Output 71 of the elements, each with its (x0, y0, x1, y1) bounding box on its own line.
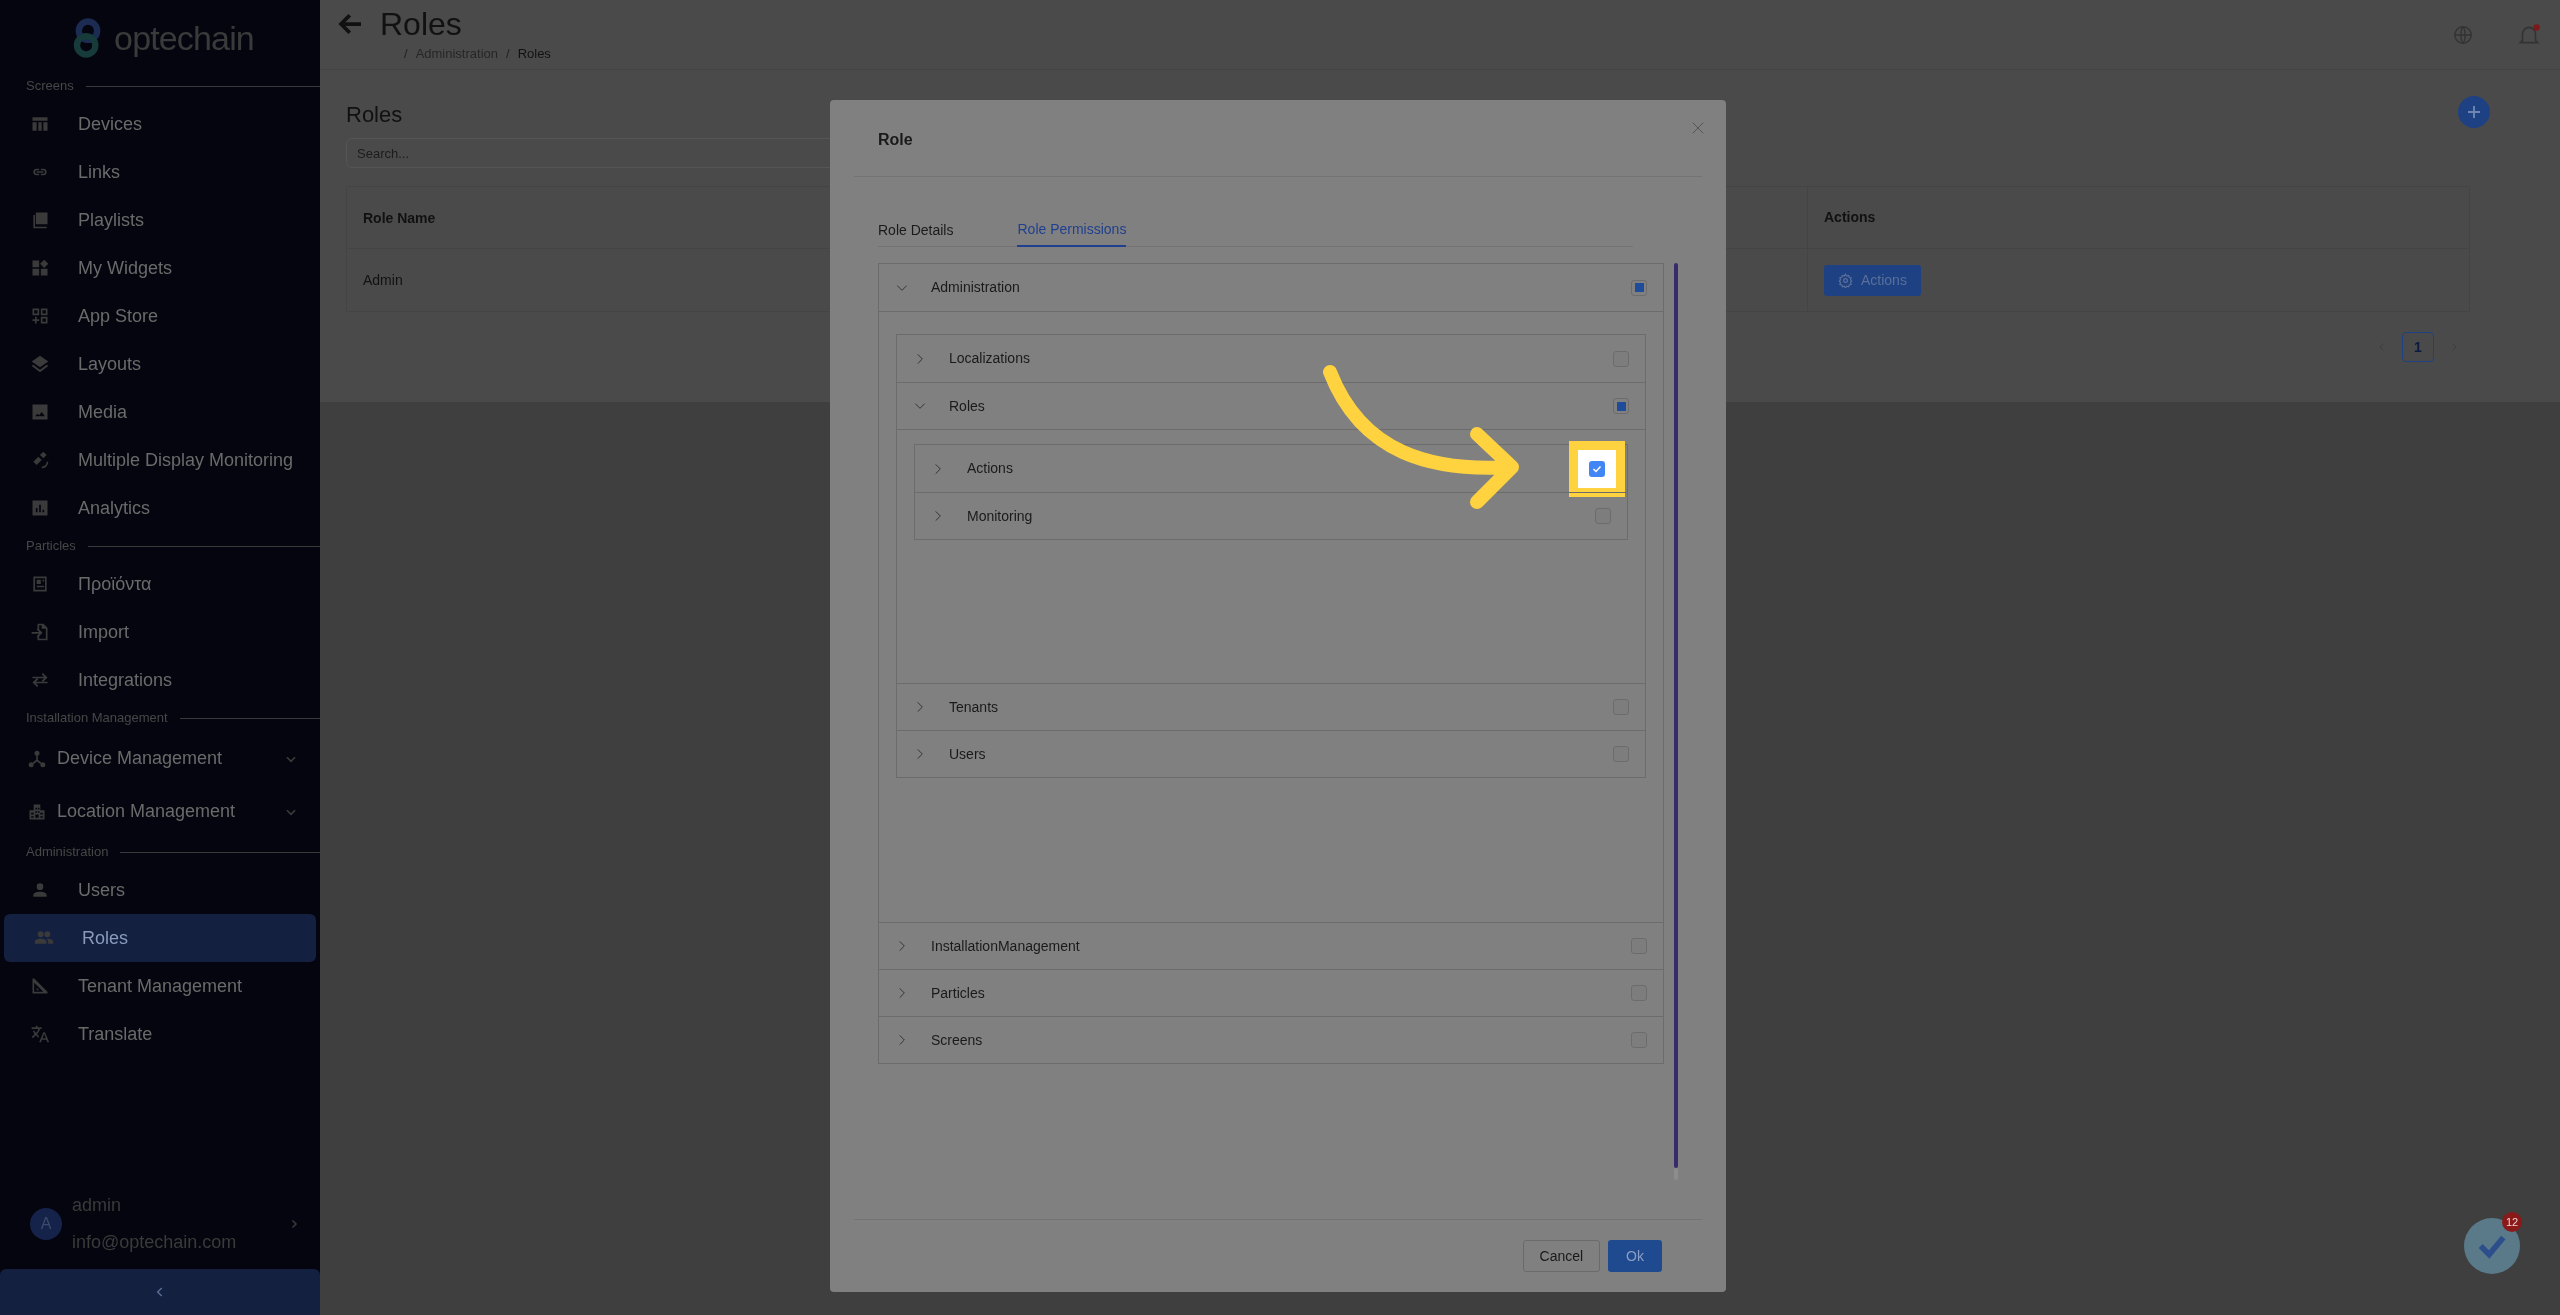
sidebar-item[interactable]: My Widgets (0, 244, 320, 292)
gear-icon (1838, 272, 1853, 288)
cancel-button[interactable]: Cancel (1522, 1240, 1601, 1272)
menu-icon (30, 622, 50, 642)
tree-row[interactable]: Actions (915, 445, 1627, 492)
section-label: Screens (26, 77, 74, 96)
sidebar-item[interactable]: Links (0, 148, 320, 196)
sidebar-item[interactable]: Integrations (0, 656, 320, 704)
menu-icon (30, 574, 50, 594)
globe-icon[interactable] (2452, 24, 2474, 46)
sidebar-item[interactable]: Tenant Management (0, 962, 320, 1010)
menu-icon (30, 306, 50, 326)
sidebar-item[interactable]: Προϊόντα (0, 560, 320, 608)
menu-icon (30, 498, 50, 518)
help-widget-button[interactable] (2464, 1218, 2520, 1274)
checkbox[interactable] (1631, 279, 1647, 296)
tree-row[interactable]: InstallationManagement (879, 922, 1663, 969)
page-button[interactable]: 1 (2402, 332, 2434, 362)
menu-icon (30, 880, 50, 900)
section-label: Administration (26, 843, 109, 862)
menu-icon (30, 450, 50, 470)
sidebar-item[interactable]: Analytics (0, 484, 320, 532)
actions-button[interactable]: Actions (1824, 264, 1921, 296)
tree-row[interactable]: Particles (879, 969, 1663, 1016)
section-title: Roles (346, 101, 403, 129)
column-header: Actions (1807, 187, 1876, 248)
checkbox[interactable] (1613, 398, 1629, 414)
menu-icon (30, 354, 50, 374)
close-icon[interactable] (1690, 120, 1706, 136)
page-title: Roles (380, 5, 462, 44)
tree-row[interactable]: Administration (879, 264, 1663, 311)
tree-row[interactable]: Localizations (897, 335, 1645, 382)
menu-icon (30, 210, 50, 230)
scrollbar-thumb[interactable] (1674, 263, 1678, 1168)
notification-badge: 12 (2502, 1212, 2522, 1232)
menu-icon (30, 114, 50, 134)
tab[interactable]: Role Permissions (1017, 214, 1127, 247)
tree-row[interactable]: Screens (879, 1016, 1663, 1063)
breadcrumb-separator: / (404, 45, 408, 63)
table-cell: Admin (363, 272, 403, 288)
column-header: Role Name (363, 209, 436, 226)
breadcrumb-link[interactable]: Roles (517, 44, 551, 64)
sidebar-item[interactable]: App Store (0, 292, 320, 340)
menu-icon (30, 670, 50, 690)
sidebar-item[interactable]: Location Management (0, 785, 320, 838)
sidebar-item[interactable]: Media (0, 388, 320, 436)
sidebar-item[interactable]: Translate (0, 1010, 320, 1058)
menu-icon (30, 976, 50, 996)
tree-row[interactable]: Roles (897, 382, 1645, 429)
section-label: Particles (26, 537, 76, 556)
tree-row[interactable]: Monitoring (915, 492, 1627, 539)
menu-icon (27, 748, 47, 769)
tree-row[interactable]: Users (897, 730, 1645, 777)
menu-icon (30, 1024, 50, 1044)
tab[interactable]: Role Details (878, 214, 954, 247)
add-button[interactable] (2458, 96, 2490, 128)
breadcrumb-separator: / (506, 45, 510, 63)
tree-row[interactable]: Tenants (897, 683, 1645, 730)
menu-icon (30, 402, 50, 422)
sidebar-item[interactable]: Devices (0, 100, 320, 148)
section-label: Installation Management (26, 709, 168, 728)
ok-button[interactable]: Ok (1608, 1240, 1662, 1272)
sidebar-item[interactable]: Device Management (0, 732, 320, 785)
sidebar-item[interactable]: Multiple Display Monitoring (0, 436, 320, 484)
sidebar-item[interactable]: Users (0, 866, 320, 914)
sidebar-item[interactable]: Layouts (0, 340, 320, 388)
menu-icon (30, 258, 50, 278)
sidebar-item[interactable]: Playlists (0, 196, 320, 244)
sidebar-item[interactable]: Import (0, 608, 320, 656)
sidebar-item[interactable]: Roles (4, 914, 316, 962)
plus-icon (2465, 103, 2483, 121)
